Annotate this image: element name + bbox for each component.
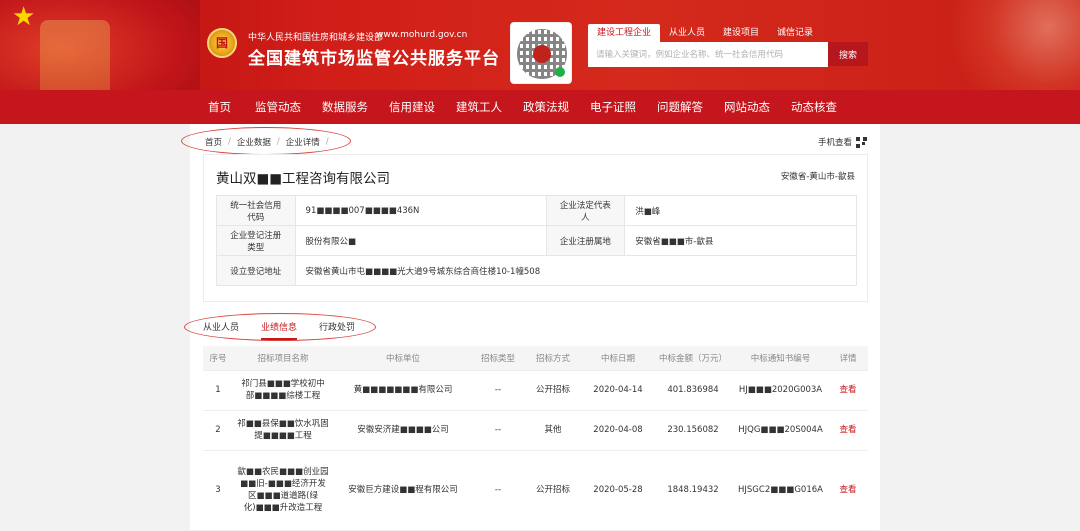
- search-tab-project[interactable]: 建设项目: [714, 24, 768, 42]
- bid-method: 公开招标: [523, 450, 583, 531]
- search-tab-enterprise[interactable]: 建设工程企业: [588, 24, 661, 42]
- col-header: 序号: [203, 346, 233, 371]
- reg-type-label: 企业登记注册类型: [216, 225, 296, 256]
- breadcrumb: 首页 / 企业数据 / 企业详情 /: [205, 136, 335, 148]
- table-row: 3 歙■■农民■■■创业园■■旧-■■■经济开发区■■■道道路(绿化)■■■升改…: [203, 450, 868, 531]
- table-header-row: 序号 招标项目名称 中标单位 招标类型 招标方式 中标日期 中标金额（万元） 中…: [203, 346, 868, 371]
- credit-code-value: 91■■■■007■■■■436N: [294, 195, 547, 226]
- nav-item-home[interactable]: 首页: [208, 90, 255, 124]
- winning-unit: 安徽巨方建设■■程有限公司: [333, 450, 473, 531]
- site-title[interactable]: 全国建筑市场监管公共服务平台: [248, 44, 500, 69]
- breadcrumb-home[interactable]: 首页: [205, 136, 222, 148]
- bid-type: --: [473, 370, 523, 411]
- project-name: 祁■■县保■■饮水巩固提■■■■工程: [233, 410, 333, 451]
- col-header: 中标通知书编号: [733, 346, 828, 371]
- project-name: 祁门县■■■学校初中部■■■■综楼工程: [233, 370, 333, 411]
- bid-type: --: [473, 410, 523, 451]
- tab-penalty[interactable]: 行政处罚: [319, 320, 355, 340]
- bid-type: --: [473, 450, 523, 531]
- view-detail-link[interactable]: 查看: [828, 370, 868, 411]
- mobile-view-label: 手机查看: [818, 138, 853, 148]
- col-header: 招标项目名称: [233, 346, 333, 371]
- winning-unit: 安徽安济建■■■■公司: [333, 410, 473, 451]
- main-content: 首页 / 企业数据 / 企业详情 / 手机查看 黄山双■■工程咨询有限公司 安徽…: [181, 124, 880, 531]
- bid-amount: 1848.19432: [653, 450, 733, 531]
- col-header: 中标日期: [583, 346, 653, 371]
- star-icon: ★: [12, 2, 36, 32]
- col-header: 中标单位: [333, 346, 473, 371]
- company-info-table: 统一社会信用代码 91■■■■007■■■■436N 企业法定代表人 洪■峰 企…: [216, 195, 858, 286]
- bid-date: 2020-04-08: [583, 410, 653, 451]
- col-header: 招标方式: [523, 346, 583, 371]
- table-row: 2 祁■■县保■■饮水巩固提■■■■工程 安徽安济建■■■■公司 -- 其他 2…: [203, 410, 868, 451]
- search-box: [588, 42, 828, 67]
- notice-number: HJQG■■■20S004A: [733, 410, 828, 451]
- col-header: 招标类型: [473, 346, 523, 371]
- bid-method: 其他: [523, 410, 583, 451]
- search-button[interactable]: 搜索: [828, 42, 868, 66]
- nav-item-site-news[interactable]: 网站动态: [724, 90, 791, 124]
- bid-amount: 230.156082: [653, 410, 733, 451]
- legal-rep-label: 企业法定代表人: [545, 195, 626, 226]
- breadcrumb-enterprise-data[interactable]: 企业数据: [237, 136, 271, 148]
- nav-item-policy[interactable]: 政策法规: [523, 90, 590, 124]
- reg-place-label: 企业注册属地: [545, 225, 626, 256]
- national-emblem-icon: 国: [207, 28, 237, 58]
- search-input[interactable]: [588, 43, 828, 67]
- search-tab-personnel[interactable]: 从业人员: [660, 24, 714, 42]
- tab-performance[interactable]: 业绩信息: [261, 320, 298, 340]
- tab-personnel[interactable]: 从业人员: [203, 320, 239, 340]
- company-name: 黄山双■■工程咨询有限公司: [216, 171, 391, 187]
- credit-code-label: 统一社会信用代码: [216, 195, 296, 226]
- nav-item-e-license[interactable]: 电子证照: [590, 90, 657, 124]
- header-decoration-right: [920, 0, 1080, 90]
- bid-amount: 401.836984: [653, 370, 733, 411]
- breadcrumb-separator: /: [325, 137, 329, 147]
- view-detail-link[interactable]: 查看: [828, 450, 868, 531]
- col-header: 详情: [828, 346, 868, 371]
- reg-type-value: 股份有限公■: [294, 225, 547, 256]
- performance-table: 序号 招标项目名称 中标单位 招标类型 招标方式 中标日期 中标金额（万元） 中…: [203, 346, 868, 531]
- search-tab-credit[interactable]: 诚信记录: [768, 24, 822, 42]
- mobile-view-link[interactable]: 手机查看: [818, 136, 868, 148]
- row-index: 1: [203, 370, 233, 411]
- search-category-tabs: 建设工程企业 从业人员 建设项目 诚信记录: [588, 24, 822, 42]
- address-value: 安徽省黄山市屯■■■■光大道9号城东综合商住楼10-1幢508: [294, 255, 858, 286]
- breadcrumb-enterprise-detail: 企业详情: [285, 138, 320, 148]
- winning-unit: 黄■■■■■■■有限公司: [333, 370, 473, 411]
- bid-date: 2020-05-28: [583, 450, 653, 531]
- table-row: 1 祁门县■■■学校初中部■■■■综楼工程 黄■■■■■■■有限公司 -- 公开…: [203, 370, 868, 411]
- view-detail-link[interactable]: 查看: [828, 410, 868, 451]
- notice-number: HJ■■■2020G003A: [733, 370, 828, 411]
- nav-item-verification[interactable]: 动态核查: [791, 90, 858, 124]
- breadcrumb-separator: /: [276, 137, 280, 147]
- company-location: 安徽省-黄山市-歙县: [780, 172, 855, 182]
- site-url[interactable]: www.mohurd.gov.cn: [376, 30, 467, 40]
- company-card: 黄山双■■工程咨询有限公司 安徽省-黄山市-歙县 统一社会信用代码 91■■■■…: [203, 154, 868, 302]
- row-index: 2: [203, 410, 233, 451]
- legal-rep-value: 洪■峰: [624, 195, 857, 226]
- breadcrumb-separator: /: [228, 137, 231, 147]
- site-subtitle: 中华人民共和国住房和城乡建设部: [248, 33, 384, 43]
- nav-item-credit[interactable]: 信用建设: [389, 90, 456, 124]
- bid-date: 2020-04-14: [583, 370, 653, 411]
- main-nav: 首页 监管动态 数据服务 信用建设 建筑工人 政策法规 电子证照 问题解答 网站…: [0, 90, 1080, 124]
- bid-method: 公开招标: [523, 370, 583, 411]
- huabiao-decoration: [40, 20, 110, 90]
- notice-number: HJSGC2■■■G016A: [733, 450, 828, 531]
- nav-item-faq[interactable]: 问题解答: [657, 90, 724, 124]
- project-name: 歙■■农民■■■创业园■■旧-■■■经济开发区■■■道道路(绿化)■■■升改造工…: [233, 450, 333, 531]
- col-header: 中标金额（万元）: [653, 346, 733, 371]
- site-header: ★ 国 中华人民共和国住房和城乡建设部 www.mohurd.gov.cn 全国…: [0, 0, 1080, 90]
- qr-code-image: [510, 22, 572, 84]
- qr-code-icon: [856, 136, 868, 148]
- nav-item-supervision[interactable]: 监管动态: [255, 90, 322, 124]
- detail-tabs: 从业人员 业绩信息 行政处罚: [203, 320, 377, 340]
- nav-item-data-service[interactable]: 数据服务: [322, 90, 389, 124]
- row-index: 3: [203, 450, 233, 531]
- address-label: 设立登记地址: [216, 255, 296, 286]
- nav-item-workers[interactable]: 建筑工人: [456, 90, 523, 124]
- reg-place-value: 安徽省■■■市-歙县: [624, 225, 857, 256]
